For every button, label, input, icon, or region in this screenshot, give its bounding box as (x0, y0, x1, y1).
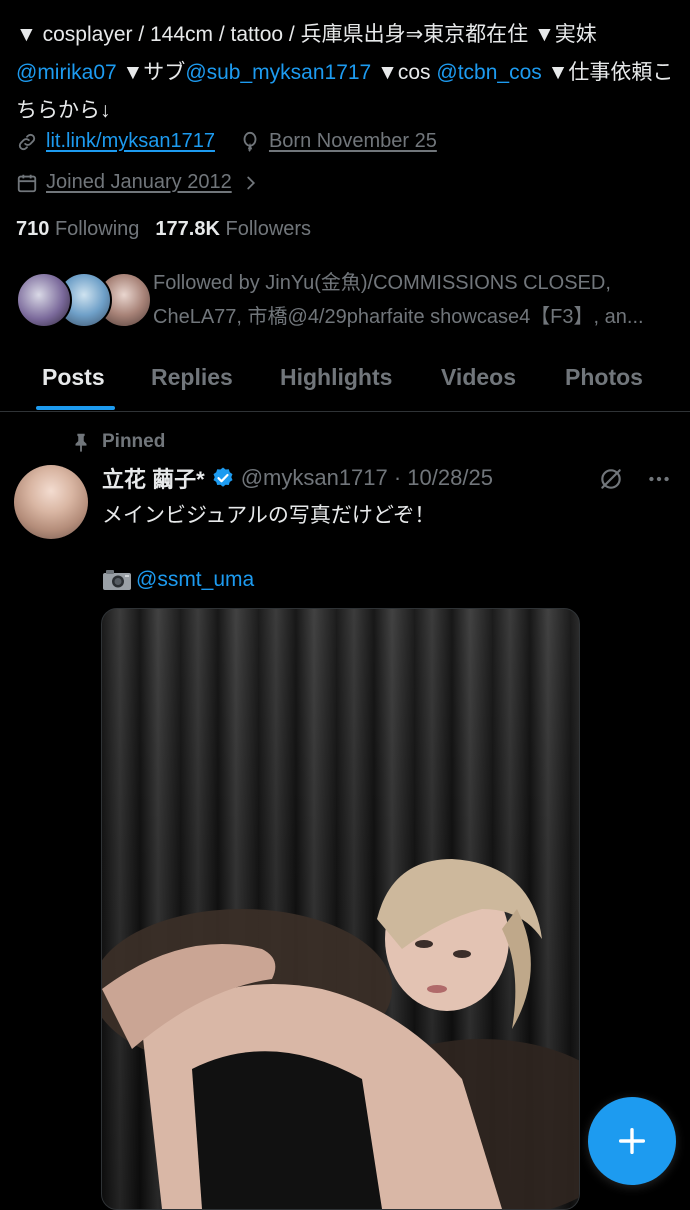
tab-replies[interactable]: Replies (151, 364, 233, 391)
profile-meta-row: lit.link/myksan1717 Born November 25 (16, 130, 437, 153)
tab-videos[interactable]: Videos (441, 364, 516, 391)
link-icon (16, 131, 38, 153)
follow-counts: 710 Following 177.8K Followers (16, 218, 311, 241)
pin-icon (70, 431, 92, 453)
bio-text: ▼サブ (116, 61, 186, 84)
tab-highlights[interactable]: Highlights (280, 364, 392, 391)
pinned-indicator: Pinned (70, 431, 165, 453)
profile-born: Born November 25 (268, 130, 437, 152)
profile-tabs: Posts Replies Highlights Videos Photos (0, 350, 690, 412)
followed-by-avatars[interactable] (16, 272, 152, 328)
active-tab-indicator (36, 406, 115, 410)
post-text: メインビジュアルの写真だけどぞ！ (102, 504, 436, 527)
credit-mention-link[interactable]: @ssmt_uma (136, 564, 254, 596)
calendar-icon (16, 172, 38, 194)
more-icon[interactable] (646, 466, 672, 492)
profile-bio: ▼ cosplayer / 144cm / tattoo / 兵庫県出身⇒東京都… (16, 16, 676, 130)
post-handle-date: @myksan1717 · 10/28/25 (240, 465, 493, 490)
avatar (16, 272, 72, 328)
tab-posts[interactable]: Posts (42, 364, 105, 391)
verified-badge-icon[interactable] (211, 466, 235, 490)
following-label: Following (54, 218, 140, 240)
bio-mention-link[interactable]: @tcbn_cos (436, 61, 541, 84)
post-photo-credit: @ssmt_uma (102, 564, 254, 596)
chevron-right-icon (240, 172, 262, 194)
photo-scene (102, 859, 579, 1209)
profile-website-link[interactable]: lit.link/myksan1717 (46, 130, 215, 153)
post-header: 立花 繭子* @myksan1717 · 10/28/25 (102, 462, 493, 494)
tab-photos[interactable]: Photos (565, 364, 643, 391)
compose-button[interactable] (588, 1097, 676, 1185)
balloon-icon (239, 131, 261, 153)
followers-label: Followers (225, 218, 312, 240)
followers-link[interactable]: 177.8K Followers (155, 218, 311, 241)
profile-joined-row[interactable]: Joined January 2012 (16, 171, 262, 194)
following-count: 710 (16, 218, 50, 240)
grok-icon[interactable] (598, 466, 624, 492)
post-author-avatar[interactable] (14, 465, 88, 539)
post-actions (598, 466, 672, 492)
bio-mention-link[interactable]: @sub_myksan1717 (185, 61, 371, 84)
plus-icon (618, 1127, 646, 1155)
post-author-name[interactable]: 立花 繭子* (102, 462, 205, 494)
post-photo[interactable] (101, 608, 580, 1210)
bio-text: ▼cos (371, 61, 437, 84)
following-link[interactable]: 710 Following (16, 218, 139, 241)
camera-icon (102, 568, 132, 592)
bio-text: ▼ cosplayer / 144cm / tattoo / 兵庫県出身⇒東京都… (16, 23, 597, 46)
pinned-label: Pinned (102, 431, 166, 452)
profile-joined: Joined January 2012 (46, 171, 232, 193)
followers-count: 177.8K (155, 218, 220, 240)
bio-mention-link[interactable]: @mirika07 (16, 61, 117, 84)
followed-by-text[interactable]: Followed by JinYu(金魚)/COMMISSIONS CLOSED… (153, 266, 673, 334)
